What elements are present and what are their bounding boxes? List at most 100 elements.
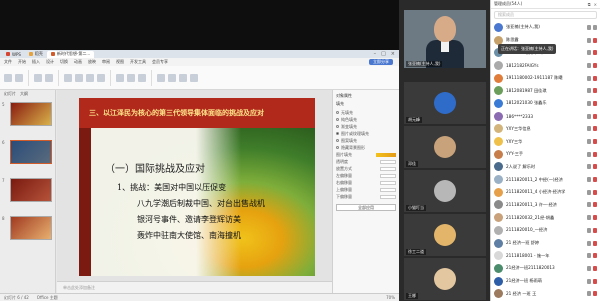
microphone-icon[interactable] bbox=[593, 88, 597, 94]
camera-icon[interactable] bbox=[587, 88, 591, 94]
camera-icon[interactable] bbox=[587, 265, 591, 271]
italic-icon[interactable] bbox=[75, 73, 83, 82]
participant-row[interactable]: 2111820011_4 小经济-经济学 bbox=[491, 186, 600, 199]
field-input[interactable] bbox=[380, 194, 396, 199]
menu-file[interactable]: 文件 bbox=[4, 59, 12, 65]
microphone-icon[interactable] bbox=[593, 37, 597, 43]
shape-icon[interactable] bbox=[168, 73, 176, 82]
menu-animation[interactable]: 动画 bbox=[74, 59, 82, 65]
microphone-icon[interactable] bbox=[593, 253, 597, 259]
pane-field[interactable]: 左偏移量 bbox=[336, 172, 396, 179]
pane-field[interactable]: 右偏移量 bbox=[336, 179, 396, 186]
menu-devtools[interactable]: 开发工具 bbox=[130, 59, 146, 65]
menu-review[interactable]: 审阅 bbox=[102, 59, 110, 65]
tab-document[interactable]: 新时代思想-第二... bbox=[46, 50, 95, 58]
popout-icon[interactable]: ⧉ bbox=[588, 2, 591, 7]
pane-field[interactable]: 放置方式 bbox=[336, 165, 396, 172]
camera-icon[interactable] bbox=[587, 139, 591, 145]
tab-wps[interactable]: WPS bbox=[2, 51, 25, 58]
participant-row[interactable]: 21经济一班 杨雨萌 bbox=[491, 275, 600, 288]
participant-row[interactable]: 2111820010_一经济 bbox=[491, 224, 600, 237]
pane-field[interactable]: 图片填充 bbox=[336, 151, 396, 158]
participant-row[interactable]: 2111820011_2 中经(一)经济 bbox=[491, 173, 600, 186]
tab-slides[interactable]: 幻灯片 bbox=[4, 91, 16, 97]
participant-row[interactable]: YXY三华信息 bbox=[491, 123, 600, 136]
align-center-icon[interactable] bbox=[127, 73, 135, 82]
microphone-icon[interactable] bbox=[593, 189, 597, 195]
microphone-icon[interactable] bbox=[593, 100, 597, 106]
video-tile[interactable]: 王娜 bbox=[404, 258, 486, 300]
participant-row[interactable]: 2111820032_21经-胡鑫 bbox=[491, 211, 600, 224]
microphone-icon[interactable] bbox=[593, 227, 597, 233]
participant-row[interactable]: 2111820011_3 许一-经济 bbox=[491, 199, 600, 212]
notes-area[interactable]: 单击此处添加备注 bbox=[57, 281, 332, 293]
textbox-icon[interactable] bbox=[157, 73, 165, 82]
menu-slideshow[interactable]: 放映 bbox=[88, 59, 96, 65]
video-tile-host[interactable]: 张亚楠(主持人,我) bbox=[404, 10, 486, 68]
microphone-icon[interactable] bbox=[593, 113, 597, 119]
participant-row[interactable]: 186****2333 bbox=[491, 110, 600, 123]
tab-docer[interactable]: 稻壳 bbox=[25, 51, 47, 58]
participant-row[interactable]: YXY三华 bbox=[491, 135, 600, 148]
menu-design[interactable]: 设计 bbox=[46, 59, 54, 65]
microphone-icon[interactable] bbox=[593, 151, 597, 157]
minimize-icon[interactable]: – bbox=[374, 51, 377, 57]
camera-icon[interactable] bbox=[587, 113, 591, 119]
field-input[interactable] bbox=[380, 159, 396, 164]
participant-row[interactable]: 21 经济 一班 王 bbox=[491, 287, 600, 300]
menu-home[interactable]: 开始 bbox=[18, 59, 26, 65]
microphone-icon[interactable] bbox=[593, 75, 597, 81]
camera-icon[interactable] bbox=[587, 62, 591, 68]
field-input[interactable] bbox=[380, 173, 396, 178]
member-search-input[interactable]: 搜索成员 bbox=[494, 11, 597, 19]
pane-field[interactable]: 下偏移量 bbox=[336, 193, 396, 200]
maximize-icon[interactable]: □ bbox=[381, 51, 386, 57]
field-input[interactable] bbox=[380, 187, 396, 192]
camera-icon[interactable] bbox=[587, 189, 591, 195]
microphone-icon[interactable] bbox=[593, 164, 597, 170]
participant-row[interactable]: 2人说了 解乐时 bbox=[491, 161, 600, 174]
participant-row[interactable]: 1911180002-1911187 陈曦 bbox=[491, 72, 600, 85]
camera-icon[interactable] bbox=[587, 278, 591, 284]
camera-icon[interactable] bbox=[587, 215, 591, 221]
slide-thumbnail-selected[interactable] bbox=[10, 140, 52, 164]
video-tile[interactable]: 小猫叮当 bbox=[404, 170, 486, 212]
camera-icon[interactable] bbox=[587, 164, 591, 170]
new-slide-icon[interactable] bbox=[34, 73, 42, 82]
microphone-icon[interactable] bbox=[593, 139, 597, 145]
participant-row[interactable]: 1812021030 张鑫乐 bbox=[491, 97, 600, 110]
slide-thumbnail[interactable] bbox=[10, 178, 52, 202]
pane-field[interactable]: 上偏移量 bbox=[336, 186, 396, 193]
microphone-icon[interactable] bbox=[593, 177, 597, 183]
field-input[interactable] bbox=[380, 166, 396, 171]
slide-thumbnail[interactable] bbox=[10, 216, 52, 240]
font-color-icon[interactable] bbox=[97, 73, 105, 82]
microphone-icon[interactable] bbox=[593, 291, 597, 297]
fill-option[interactable]: 图案填充 bbox=[336, 137, 396, 144]
align-left-icon[interactable] bbox=[116, 73, 124, 82]
current-slide[interactable]: 三、以江泽民为核心的第三代领导集体面临的挑战及应对 （一）国际挑战及应对 1、挑… bbox=[79, 98, 315, 276]
microphone-icon[interactable] bbox=[593, 215, 597, 221]
camera-icon[interactable] bbox=[587, 24, 591, 30]
fill-option-selected[interactable]: 图片或纹理填充 bbox=[336, 130, 396, 137]
hide-bg-checkbox[interactable]: 隐藏背景图形 bbox=[336, 144, 396, 151]
picture-icon[interactable] bbox=[179, 73, 187, 82]
bold-icon[interactable] bbox=[64, 73, 72, 82]
menu-transition[interactable]: 切换 bbox=[60, 59, 68, 65]
participant-row[interactable]: 21经济一班2111820013 bbox=[491, 262, 600, 275]
apply-all-button[interactable]: 全部应用 bbox=[336, 204, 396, 211]
camera-icon[interactable] bbox=[587, 240, 591, 246]
video-tile[interactable]: 邓佳 bbox=[404, 126, 486, 168]
camera-icon[interactable] bbox=[587, 253, 591, 259]
slide-thumbnail[interactable] bbox=[10, 102, 52, 126]
camera-icon[interactable] bbox=[587, 100, 591, 106]
share-button[interactable]: 立即分享 bbox=[369, 59, 393, 65]
cut-icon[interactable] bbox=[15, 73, 23, 82]
camera-icon[interactable] bbox=[587, 227, 591, 233]
microphone-icon[interactable] bbox=[593, 240, 597, 246]
layout-icon[interactable] bbox=[45, 73, 53, 82]
participant-row[interactable]: 张亚楠(主持人,我) bbox=[491, 21, 600, 34]
camera-icon[interactable] bbox=[587, 126, 591, 132]
camera-icon[interactable] bbox=[587, 177, 591, 183]
close-icon[interactable]: × bbox=[391, 51, 395, 57]
